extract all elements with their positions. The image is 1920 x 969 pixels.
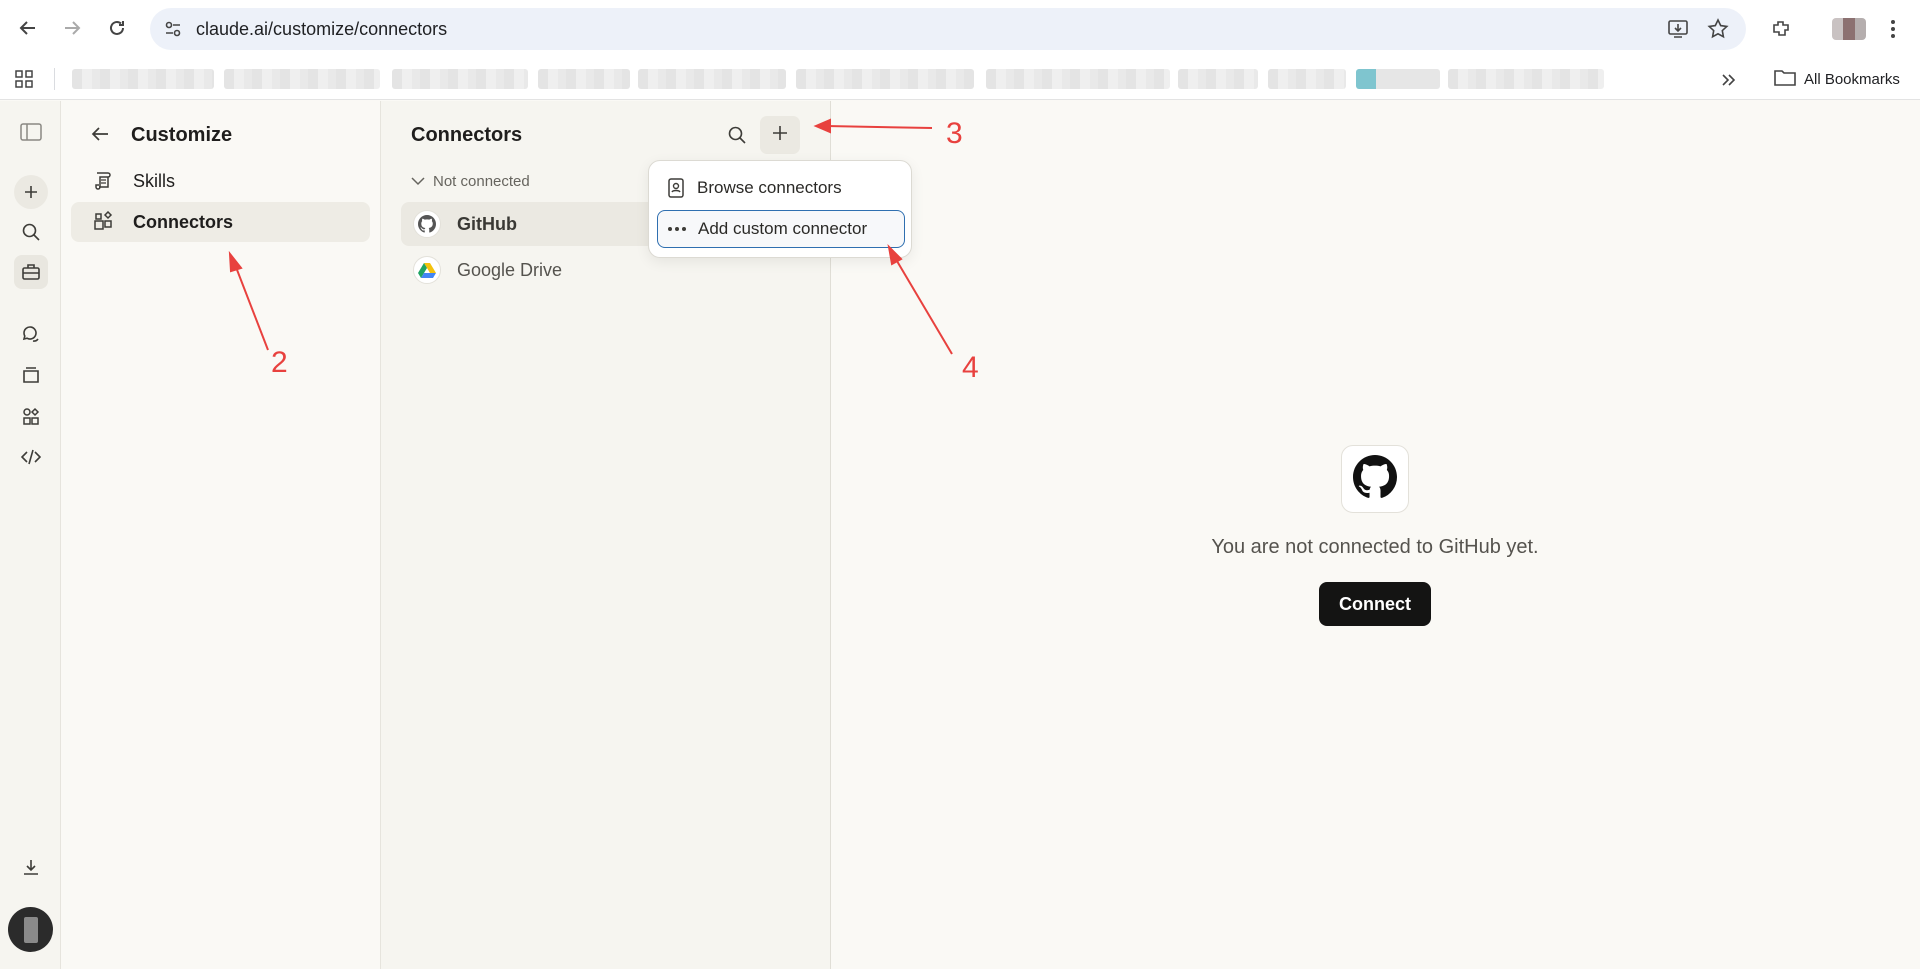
bookmark-item[interactable] bbox=[796, 69, 974, 89]
extensions-icon[interactable] bbox=[1768, 16, 1794, 42]
left-rail bbox=[0, 101, 61, 969]
all-bookmarks-button[interactable]: All Bookmarks bbox=[1774, 67, 1900, 91]
annotation-label-4: 4 bbox=[962, 351, 979, 384]
annotation-label-3: 3 bbox=[946, 117, 963, 150]
bookmark-item[interactable] bbox=[986, 69, 1170, 89]
user-avatar[interactable] bbox=[8, 907, 53, 952]
customize-panel: Customize Skills Connectors bbox=[61, 101, 381, 969]
url-text: claude.ai/customize/connectors bbox=[196, 19, 448, 39]
projects-icon[interactable] bbox=[14, 358, 48, 392]
add-connector-button[interactable] bbox=[760, 116, 800, 154]
artifacts-icon[interactable] bbox=[14, 399, 48, 433]
all-bookmarks-label: All Bookmarks bbox=[1804, 70, 1900, 88]
bookmark-item[interactable] bbox=[1178, 69, 1258, 89]
github-icon bbox=[1353, 454, 1397, 504]
connect-button[interactable]: Connect bbox=[1319, 582, 1431, 626]
sidebar-item-connectors[interactable]: Connectors bbox=[71, 202, 370, 242]
address-bar[interactable]: claude.ai/customize/connectors bbox=[150, 8, 1746, 50]
site-settings-icon[interactable] bbox=[162, 18, 184, 40]
bookmark-item[interactable] bbox=[72, 69, 214, 89]
connector-detail-panel bbox=[831, 101, 1920, 969]
sidebar-item-label: Skills bbox=[133, 170, 176, 191]
search-icon[interactable] bbox=[14, 215, 48, 249]
menu-item-label: Browse connectors bbox=[697, 178, 842, 197]
bookmark-item[interactable] bbox=[1268, 69, 1346, 89]
new-chat-plus-icon[interactable] bbox=[14, 175, 48, 209]
sidebar-toggle-icon[interactable] bbox=[14, 115, 48, 149]
group-not-connected[interactable]: Not connected bbox=[411, 173, 530, 190]
bookmark-item[interactable] bbox=[538, 69, 630, 89]
sidebar-item-skills[interactable]: Skills bbox=[71, 161, 370, 201]
sidebar-item-label: Connectors bbox=[133, 211, 234, 232]
bookmark-item[interactable] bbox=[392, 69, 528, 89]
chevron-double-right-icon[interactable] bbox=[1716, 68, 1740, 92]
bookmark-item[interactable] bbox=[1356, 69, 1440, 89]
chats-icon[interactable] bbox=[14, 317, 48, 351]
kebab-menu-icon[interactable] bbox=[1880, 16, 1906, 42]
add-connector-menu: Browse connectors Add custom connector bbox=[648, 160, 912, 258]
back-arrow-icon[interactable] bbox=[12, 12, 44, 44]
connectors-title: Connectors bbox=[411, 124, 523, 146]
bookmark-item[interactable] bbox=[638, 69, 786, 89]
github-icon bbox=[413, 210, 441, 238]
menu-item-browse-connectors[interactable]: Browse connectors bbox=[657, 169, 905, 207]
browser-toolbar: claude.ai/customize/connectors bbox=[0, 0, 1920, 58]
bookmark-star-icon[interactable] bbox=[1706, 17, 1730, 41]
github-logo-tile bbox=[1341, 445, 1409, 513]
toolbox-icon[interactable] bbox=[14, 255, 48, 289]
apps-grid-icon[interactable] bbox=[12, 67, 36, 91]
download-icon[interactable] bbox=[14, 850, 48, 884]
customize-title: Customize bbox=[131, 124, 233, 146]
connectors-icon bbox=[91, 210, 115, 234]
bookmarks-bar: All Bookmarks bbox=[0, 58, 1920, 100]
search-icon[interactable] bbox=[721, 119, 753, 151]
back-arrow-icon[interactable] bbox=[85, 119, 115, 149]
google-drive-icon bbox=[413, 256, 441, 284]
connector-label: GitHub bbox=[457, 213, 517, 234]
profile-avatar[interactable] bbox=[1832, 18, 1866, 40]
menu-item-label: Add custom connector bbox=[698, 219, 868, 238]
plus-icon bbox=[771, 124, 789, 147]
annotation-label-2: 2 bbox=[271, 346, 288, 379]
book-icon bbox=[665, 177, 687, 199]
app-container: Customize Skills Connectors Connectors N… bbox=[0, 101, 1920, 969]
bookmark-item[interactable] bbox=[224, 69, 380, 89]
more-horizontal-icon bbox=[666, 218, 688, 240]
install-app-icon[interactable] bbox=[1666, 17, 1690, 41]
menu-item-add-custom-connector[interactable]: Add custom connector bbox=[657, 210, 905, 248]
group-label: Not connected bbox=[433, 173, 530, 190]
code-icon[interactable] bbox=[14, 440, 48, 474]
connector-label: Google Drive bbox=[457, 259, 563, 280]
reload-icon[interactable] bbox=[101, 12, 133, 44]
bookmarks-divider bbox=[54, 68, 55, 90]
skills-icon bbox=[91, 169, 115, 193]
folder-icon bbox=[1774, 68, 1796, 90]
not-connected-message: You are not connected to GitHub yet. bbox=[1211, 536, 1539, 558]
forward-arrow-icon[interactable] bbox=[56, 12, 88, 44]
bookmark-item[interactable] bbox=[1448, 69, 1604, 89]
chevron-down-icon bbox=[411, 173, 425, 190]
